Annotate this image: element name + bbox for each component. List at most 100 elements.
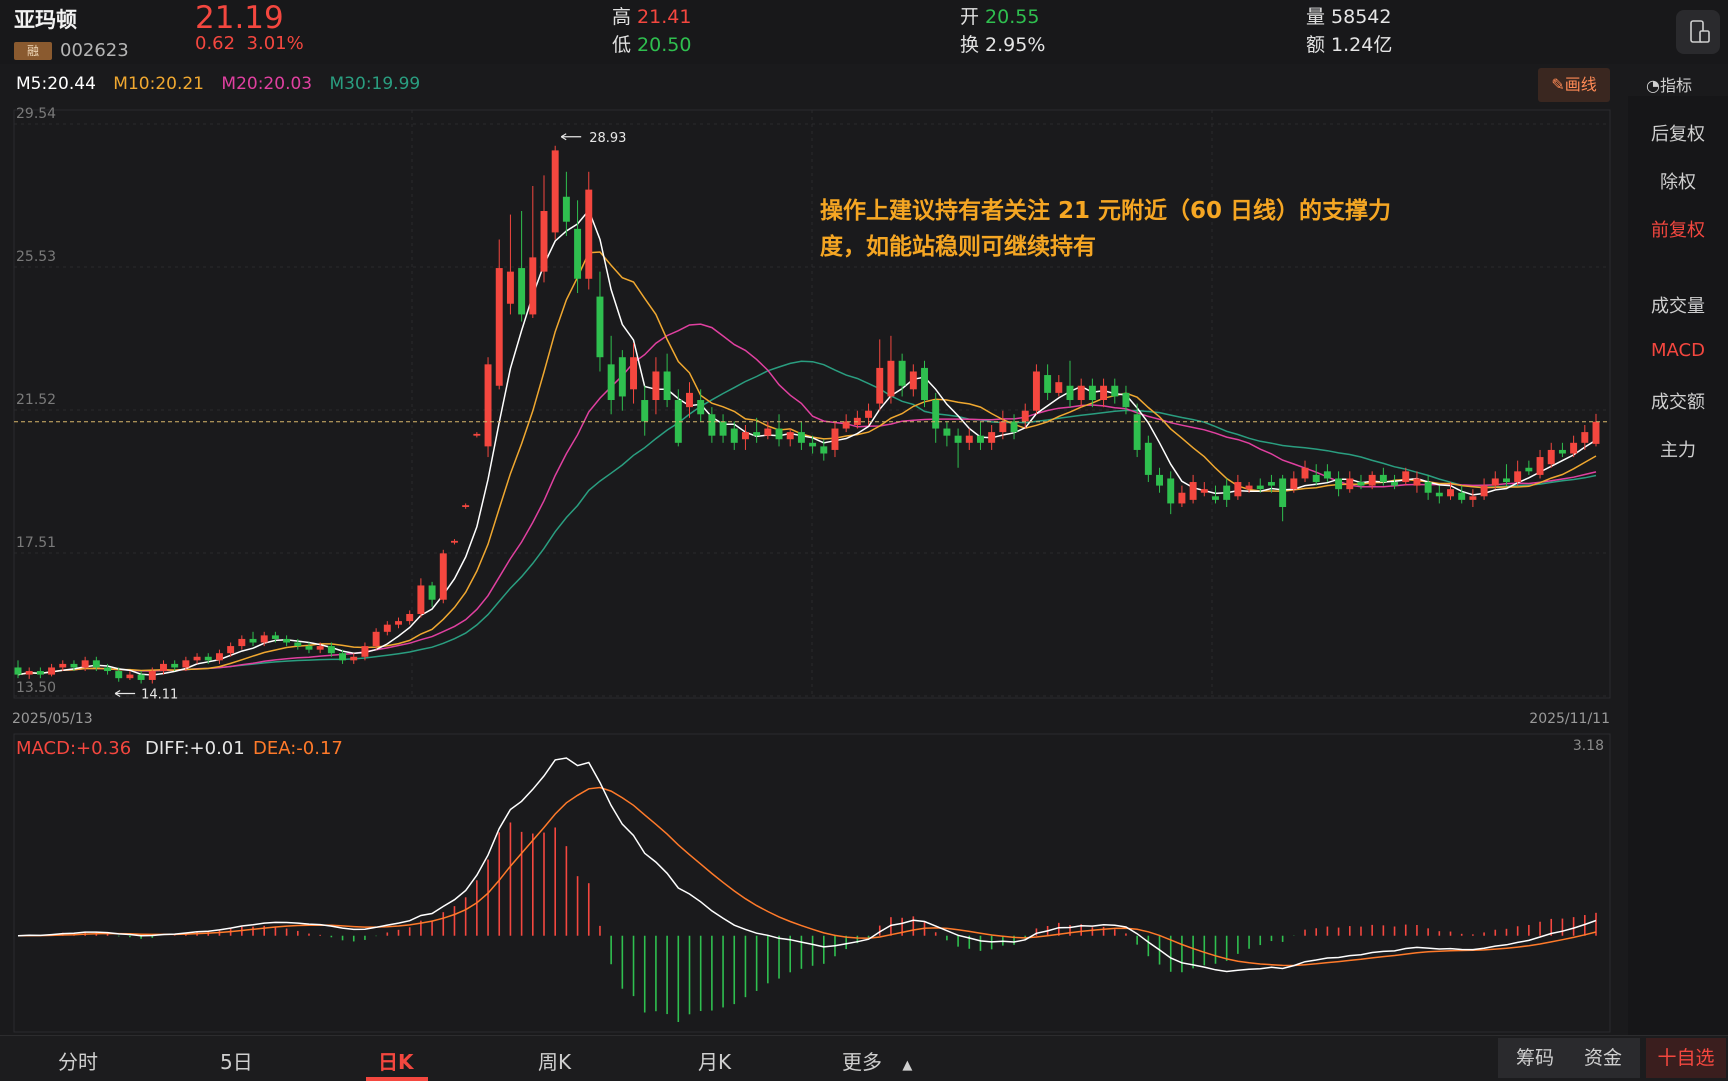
- candle-body: [518, 268, 526, 315]
- candle-body: [361, 646, 369, 657]
- annotation-line-1: 操作上建议持有者关注 21 元附近（60 日线）的支撑力: [820, 197, 1391, 224]
- candle-body: [1547, 449, 1555, 465]
- candle-body: [1335, 478, 1343, 490]
- tab-more-label: 更多: [842, 1050, 882, 1074]
- candle-body: [943, 428, 951, 436]
- candle-body: [663, 371, 671, 401]
- candle-body: [641, 400, 649, 422]
- candle-body: [764, 428, 772, 436]
- dea-value-label: DEA:-0.17: [253, 738, 343, 759]
- candle-body: [1223, 485, 1231, 500]
- candle-body: [227, 646, 235, 654]
- tab-intraday[interactable]: 分时: [58, 1046, 98, 1075]
- x-label-end: 2025/11/11: [1529, 711, 1610, 727]
- candle-body: [1514, 471, 1522, 483]
- candle-body: [1357, 482, 1365, 486]
- candle-body: [1088, 385, 1096, 401]
- candle-body: [1458, 492, 1466, 500]
- candle-body: [1402, 471, 1410, 483]
- candle-body: [171, 663, 179, 668]
- candle-body: [1570, 442, 1578, 454]
- candle-body: [1469, 496, 1477, 500]
- ma30-line: [107, 360, 1597, 672]
- ma10-line: [17, 251, 1597, 676]
- candle-body: [741, 432, 749, 440]
- y-tick-label: 29.54: [16, 106, 56, 122]
- candle-body: [1424, 482, 1432, 493]
- candle-body: [160, 663, 167, 672]
- candle-body: [406, 613, 414, 622]
- candle-body: [1144, 442, 1152, 475]
- tab-daily-k[interactable]: 日K: [378, 1046, 414, 1075]
- tab-more[interactable]: 更多 ▲: [842, 1046, 912, 1075]
- candle-body: [1111, 385, 1119, 397]
- candle-body: [1301, 467, 1309, 479]
- candle-body: [1592, 421, 1600, 444]
- candle-body: [1032, 371, 1040, 411]
- candle-body: [730, 428, 738, 443]
- candle-body: [1267, 482, 1275, 486]
- candle-body: [1212, 496, 1219, 500]
- candle-body: [14, 667, 22, 675]
- candle-body: [719, 421, 727, 436]
- candle-body: [574, 228, 582, 279]
- candle-body: [1525, 467, 1533, 472]
- candle-body: [1323, 471, 1331, 479]
- funds-button[interactable]: 资金: [1566, 1038, 1640, 1078]
- candle-body: [786, 432, 794, 440]
- candle-body: [215, 653, 223, 661]
- candle-body: [1279, 478, 1287, 507]
- candle-body: [327, 646, 335, 654]
- candle-body: [260, 635, 268, 643]
- candle-body: [417, 585, 425, 614]
- candle-body: [1010, 421, 1018, 433]
- candle-body: [529, 257, 537, 315]
- candle-body: [148, 671, 156, 680]
- candle-body: [1391, 482, 1399, 486]
- candle-body: [887, 360, 895, 397]
- kline-chart[interactable]: 29.54 25.53 21.52 17.51 13.50 2025/05/13 2025/…: [0, 0, 1728, 1080]
- x-label-start: 2025/05/13: [12, 711, 93, 727]
- candle-body: [820, 446, 828, 454]
- triangle-up-icon: ▲: [902, 1058, 913, 1073]
- tab-monthly-k[interactable]: 月K: [698, 1046, 731, 1075]
- candle-body: [1245, 485, 1253, 490]
- macd-frame: [13, 733, 1611, 1033]
- candle-body: [630, 357, 638, 390]
- candle-body: [104, 667, 112, 672]
- candle-body: [193, 656, 201, 661]
- candle-body: [1156, 474, 1164, 486]
- y-tick-label: 21.52: [16, 392, 56, 408]
- candle-body: [506, 271, 514, 304]
- tab-weekly-k[interactable]: 周K: [538, 1046, 571, 1075]
- candle-body: [59, 663, 67, 668]
- candle-body: [909, 371, 917, 390]
- candle-body: [1189, 482, 1197, 500]
- candle-body: [954, 435, 962, 443]
- chips-button[interactable]: 筹码: [1498, 1038, 1572, 1078]
- candle-body: [1100, 385, 1108, 401]
- candle-body: [753, 432, 761, 436]
- candle-body: [1502, 478, 1510, 483]
- candle-body: [596, 296, 604, 358]
- candle-body: [283, 638, 291, 643]
- candle-body: [1066, 385, 1074, 401]
- tab-5day[interactable]: 5日: [220, 1046, 253, 1075]
- candle-body: [797, 432, 805, 443]
- macd-panel: MACD:+0.36 DIFF:+0.01 DEA:-0.17 3.18: [16, 738, 1604, 1022]
- candle-body: [1256, 485, 1264, 490]
- chart-grid: [13, 109, 1611, 1033]
- candle-body: [1122, 392, 1130, 408]
- candle-body: [495, 268, 503, 386]
- candle-body: [1379, 474, 1387, 483]
- candle-body: [697, 400, 705, 415]
- candle-body: [81, 660, 89, 668]
- candle-body: [249, 638, 257, 643]
- candle-body: [92, 660, 100, 668]
- candle-body: [294, 642, 302, 647]
- candle-body: [865, 410, 873, 418]
- candle-body: [450, 540, 458, 543]
- y-tick-label: 25.53: [16, 249, 56, 265]
- y-tick-label: 13.50: [16, 680, 56, 696]
- add-watchlist-button[interactable]: 十自选: [1646, 1038, 1726, 1078]
